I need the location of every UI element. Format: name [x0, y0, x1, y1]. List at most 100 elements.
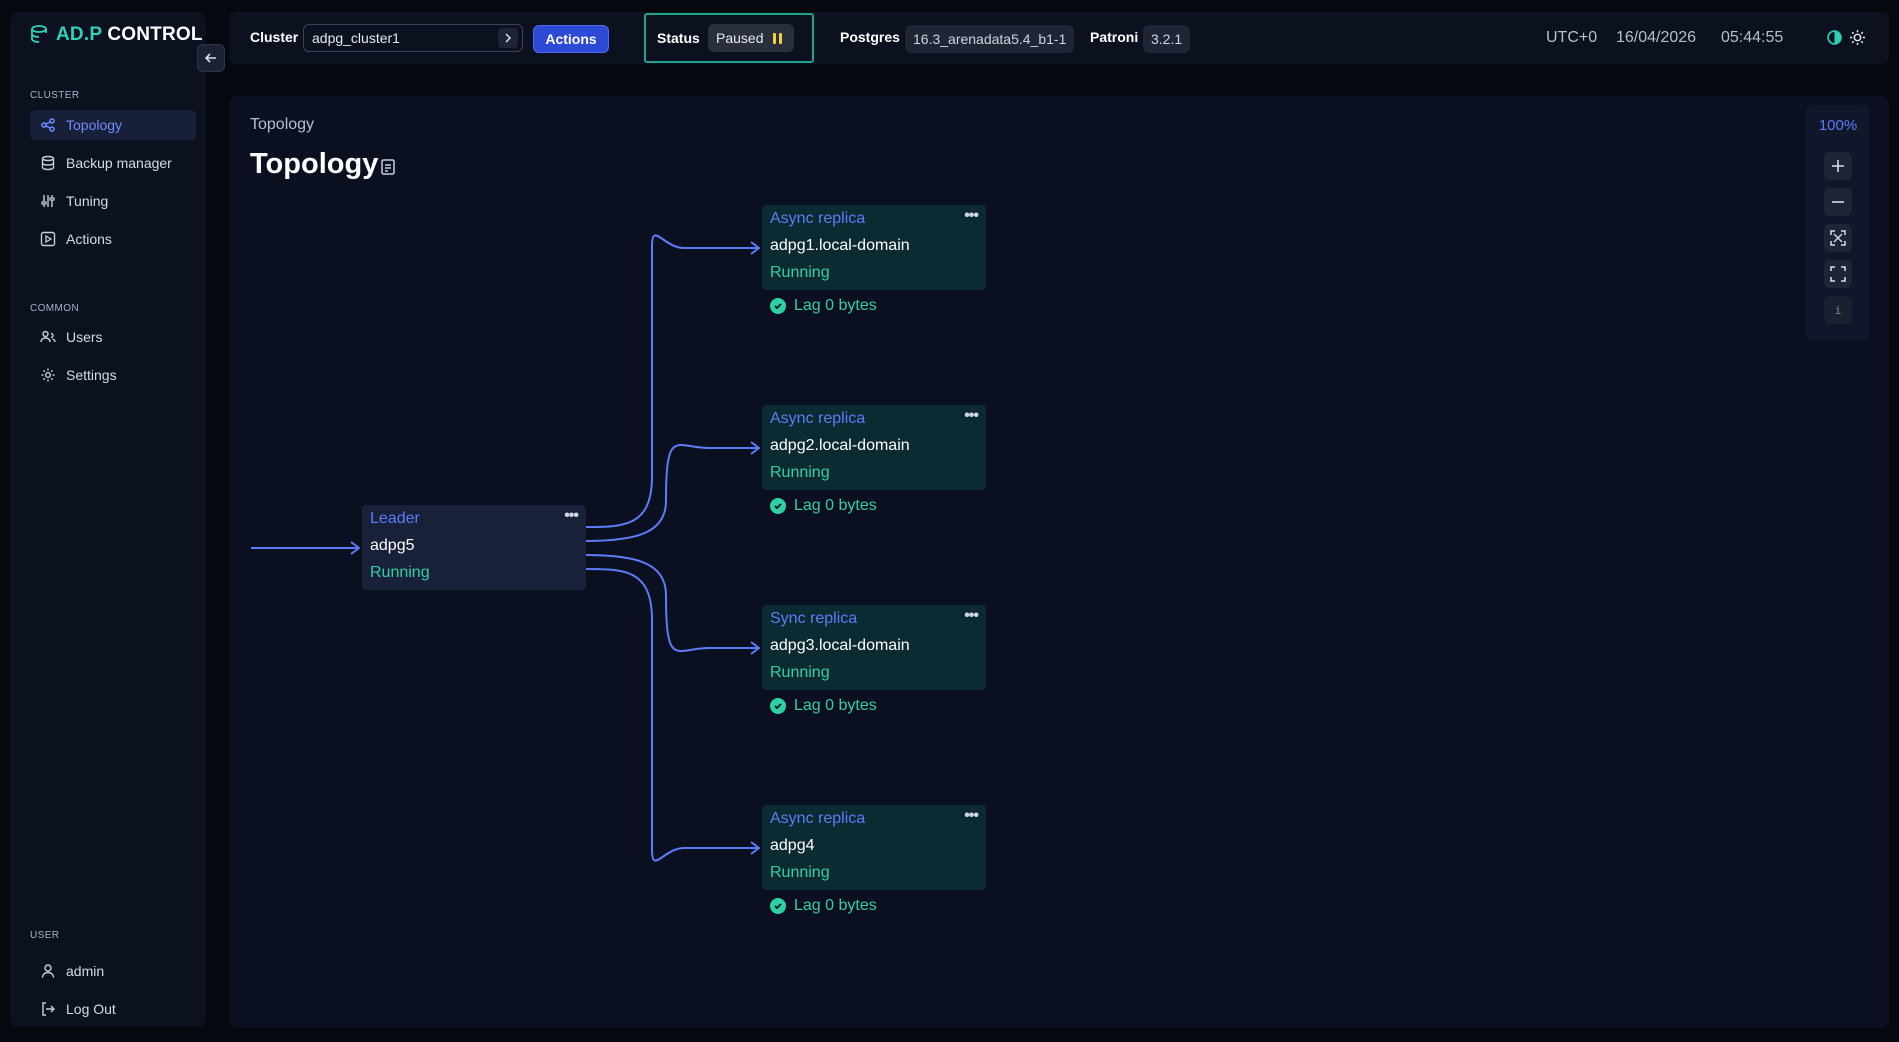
fullscreen-icon	[1830, 266, 1846, 282]
lag-text: Lag 0 bytes	[794, 497, 877, 514]
lag-indicator: Lag 0 bytes	[770, 697, 877, 715]
sidebar-item-label: admin	[66, 963, 105, 979]
date: 16/04/2026	[1616, 29, 1697, 46]
zoom-level: 100%	[1818, 117, 1858, 134]
sidebar-item-logout[interactable]: Log Out	[30, 994, 196, 1024]
node-role: Async replica	[770, 410, 866, 427]
node-host: adpg5	[370, 537, 415, 554]
logo-icon	[31, 25, 47, 43]
sidebar-item-admin[interactable]: admin	[30, 956, 196, 986]
top-header: Cluster adpg_cluster1 Actions Status Pau…	[229, 12, 1889, 64]
node-host: adpg1.local-domain	[770, 237, 910, 254]
check-circle-icon	[770, 498, 786, 514]
sidebar-item-label: Tuning	[66, 193, 109, 209]
database-icon	[41, 155, 55, 171]
zoom-in-icon	[1832, 160, 1844, 172]
fit-view-button[interactable]	[1824, 224, 1852, 252]
node-state: Running	[770, 264, 830, 281]
sidebar-item-label: Settings	[66, 367, 117, 383]
status-value: Paused	[716, 30, 764, 46]
sidebar-item-users[interactable]: Users	[30, 322, 196, 352]
actions-button[interactable]: Actions	[533, 25, 609, 53]
zoom-controls: 100% i	[1806, 105, 1870, 341]
info-icon: i	[1834, 303, 1842, 317]
replica-node[interactable]: Async replica ••• adpg4 Running	[762, 805, 986, 890]
app-logo[interactable]: AD.P CONTROL	[30, 24, 203, 46]
more-options-icon[interactable]: •••	[564, 507, 579, 525]
time: 05:44:55	[1721, 29, 1784, 46]
info-button[interactable]: i	[1824, 296, 1852, 324]
node-role: Async replica	[770, 810, 866, 827]
sidebar-item-label: Actions	[66, 231, 112, 247]
sidebar-item-backup-manager[interactable]: Backup manager	[30, 148, 196, 178]
sidebar-item-topology[interactable]: Topology	[30, 110, 196, 140]
cluster-select-value: adpg_cluster1	[312, 30, 400, 46]
lag-indicator: Lag 0 bytes	[770, 497, 877, 515]
zoom-in-button[interactable]	[1824, 152, 1852, 180]
leader-node[interactable]: Leader ••• adpg5 Running	[362, 505, 586, 590]
sidebar-item-settings[interactable]: Settings	[30, 360, 196, 390]
logo-product: CONTROL	[101, 24, 203, 45]
replica-node[interactable]: Sync replica ••• adpg3.local-domain Runn…	[762, 605, 986, 690]
replica-node[interactable]: Async replica ••• adpg1.local-domain Run…	[762, 205, 986, 290]
sun-icon[interactable]	[1849, 29, 1866, 46]
check-circle-icon	[770, 698, 786, 714]
section-label-user: USER	[30, 930, 60, 941]
play-square-icon	[40, 231, 56, 247]
node-host: adpg2.local-domain	[770, 437, 910, 454]
logo-brand: AD.P	[56, 24, 102, 45]
zoom-out-button[interactable]	[1824, 188, 1852, 216]
node-state: Running	[770, 864, 830, 881]
node-state: Running	[770, 464, 830, 481]
section-label-cluster: CLUSTER	[30, 90, 80, 101]
logout-icon	[42, 1002, 55, 1016]
sidebar-item-tuning[interactable]: Tuning	[30, 186, 196, 216]
sidebar-item-actions[interactable]: Actions	[30, 224, 196, 254]
postgres-version-badge: 16.3_arenadata5.4_b1-1	[905, 25, 1075, 53]
theme-switcher	[1826, 29, 1866, 46]
section-label-common: COMMON	[30, 303, 80, 314]
gear-icon	[41, 368, 55, 382]
lag-text: Lag 0 bytes	[794, 897, 877, 914]
status-box: Status Paused	[644, 13, 814, 63]
sidebar-item-label: Log Out	[66, 1001, 116, 1017]
node-host: adpg4	[770, 837, 815, 854]
timezone: UTC+0	[1546, 29, 1598, 46]
pause-icon	[773, 32, 783, 44]
chevron-right-icon	[498, 28, 518, 48]
fit-view-icon	[1830, 230, 1846, 246]
more-options-icon[interactable]: •••	[964, 607, 979, 625]
node-role: Leader	[370, 510, 420, 527]
node-state: Running	[770, 664, 830, 681]
lag-indicator: Lag 0 bytes	[770, 897, 877, 915]
user-icon	[41, 964, 55, 978]
lag-text: Lag 0 bytes	[794, 697, 877, 714]
check-circle-icon	[770, 298, 786, 314]
node-role: Async replica	[770, 210, 866, 227]
contrast-icon[interactable]	[1826, 29, 1843, 46]
cluster-select[interactable]: adpg_cluster1	[303, 24, 523, 52]
sidebar-item-label: Users	[66, 329, 103, 345]
edge-adpg4	[584, 568, 759, 862]
fullscreen-button[interactable]	[1824, 260, 1852, 288]
users-icon	[40, 330, 56, 343]
status-badge[interactable]: Paused	[708, 24, 794, 52]
patroni-label: Patroni	[1090, 29, 1139, 45]
more-options-icon[interactable]: •••	[964, 207, 979, 225]
patroni-version-badge: 3.2.1	[1143, 25, 1191, 53]
more-options-icon[interactable]: •••	[964, 407, 979, 425]
collapse-sidebar-button[interactable]	[197, 44, 225, 72]
zoom-out-icon	[1832, 201, 1844, 203]
main-panel: Topology Topology Leader ••• adpg5 Runni…	[229, 96, 1889, 1028]
node-state: Running	[370, 564, 430, 581]
sidebar: AD.P CONTROL CLUSTER Topology Backup man…	[10, 12, 206, 1027]
sliders-icon	[41, 195, 55, 207]
topology-icon	[41, 118, 55, 132]
node-host: adpg3.local-domain	[770, 637, 910, 654]
arrow-left-icon	[204, 53, 216, 63]
replica-node[interactable]: Async replica ••• adpg2.local-domain Run…	[762, 405, 986, 490]
check-circle-icon	[770, 898, 786, 914]
sidebar-item-label: Backup manager	[66, 155, 172, 171]
more-options-icon[interactable]: •••	[964, 807, 979, 825]
edge-adpg1	[584, 234, 759, 528]
